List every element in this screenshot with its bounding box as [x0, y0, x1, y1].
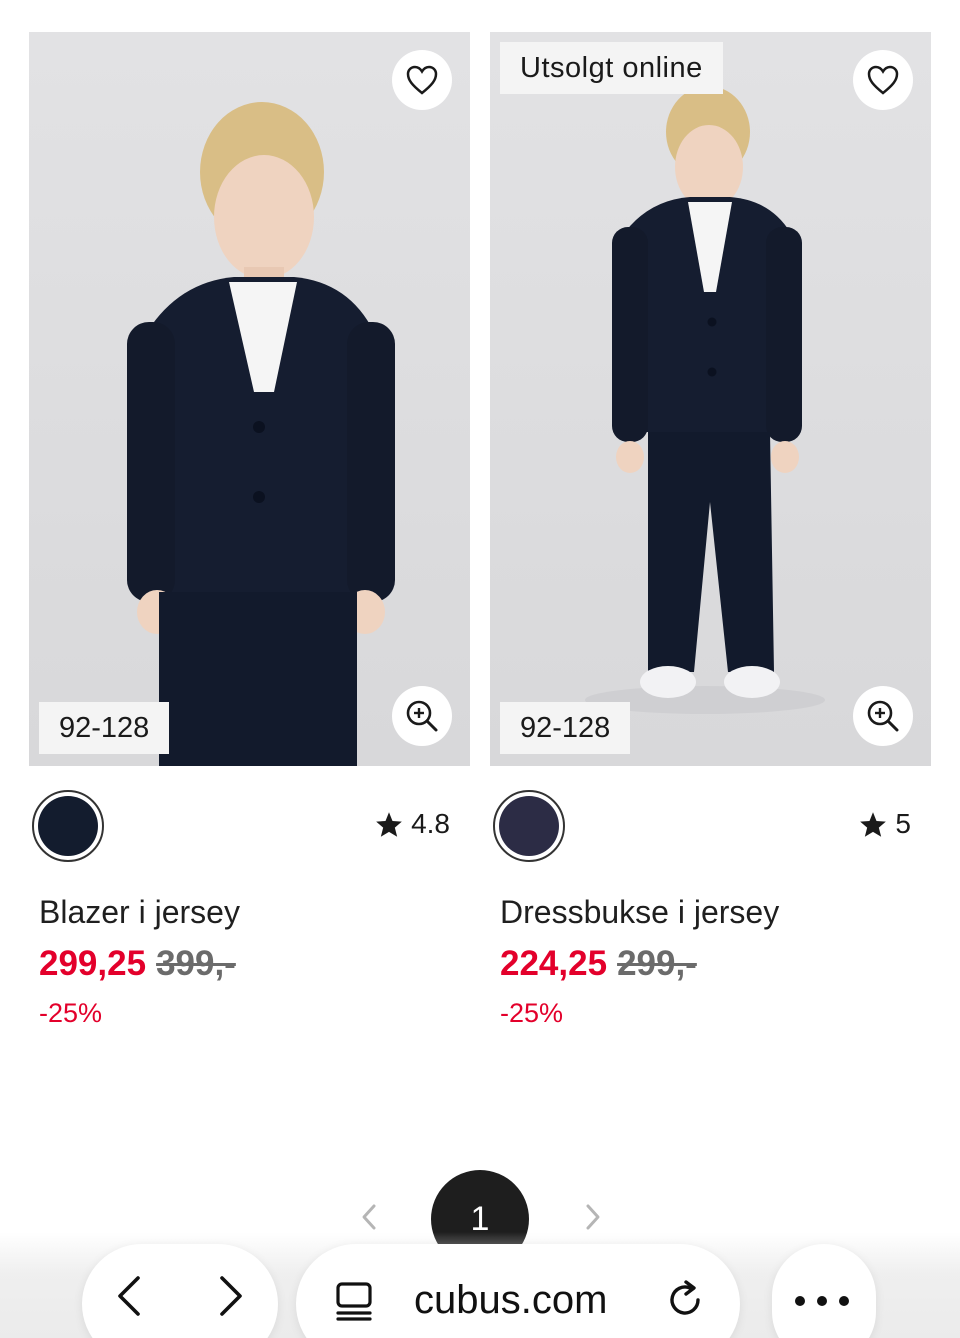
reload-icon[interactable] — [664, 1278, 708, 1322]
rating: 5 — [859, 808, 911, 840]
rating-value: 5 — [895, 808, 911, 839]
forward-icon[interactable] — [216, 1274, 246, 1318]
swatch-color-dot — [499, 796, 559, 856]
star-icon — [376, 811, 402, 837]
product-name[interactable]: Dressbukse i jersey — [490, 888, 931, 936]
heart-icon — [867, 65, 899, 95]
back-icon[interactable] — [114, 1274, 144, 1318]
url-text[interactable]: cubus.com — [414, 1278, 607, 1323]
price-row: 299,25 399,- — [29, 944, 470, 994]
product-meta-row: 4.8 — [29, 766, 470, 884]
tabs-icon[interactable] — [334, 1280, 376, 1322]
product-image[interactable]: Utsolgt online 92-128 — [490, 32, 931, 766]
zoom-button[interactable] — [853, 686, 913, 746]
product-name[interactable]: Blazer i jersey — [29, 888, 470, 936]
sale-price: 224,25 — [500, 944, 608, 983]
chevron-left-icon[interactable] — [356, 1200, 380, 1234]
favorite-button[interactable] — [853, 50, 913, 110]
heart-icon — [406, 65, 438, 95]
more-pill[interactable] — [772, 1244, 876, 1338]
sold-out-badge: Utsolgt online — [500, 42, 723, 94]
swatch-color-dot — [38, 796, 98, 856]
browser-toolbar: cubus.com — [0, 1232, 960, 1338]
product-meta-row: 5 — [490, 766, 931, 884]
more-icon[interactable] — [792, 1294, 852, 1308]
navigation-pill — [82, 1244, 278, 1338]
rating-value: 4.8 — [411, 808, 450, 839]
favorite-button[interactable] — [392, 50, 452, 110]
address-bar[interactable]: cubus.com — [296, 1244, 740, 1338]
product-card[interactable]: Utsolgt online 92-128 5 Dressbukse i jer… — [490, 32, 931, 1029]
size-range-tag: 92-128 — [500, 702, 631, 754]
color-swatch[interactable] — [493, 790, 565, 862]
sale-price: 299,25 — [39, 944, 147, 983]
color-swatch[interactable] — [32, 790, 104, 862]
product-card[interactable]: 92-128 4.8 Blazer i jersey 299,25 399,- … — [29, 32, 470, 1029]
star-icon — [860, 811, 887, 837]
zoom-in-icon — [867, 700, 899, 732]
rating: 4.8 — [375, 808, 450, 840]
size-range-tag: 92-128 — [39, 702, 170, 754]
original-price: 299,- — [617, 944, 697, 983]
price-row: 224,25 299,- — [490, 944, 931, 994]
original-price: 399,- — [156, 944, 236, 983]
product-image[interactable]: 92-128 — [29, 32, 470, 766]
chevron-right-icon[interactable] — [582, 1200, 606, 1234]
discount-label: -25% — [39, 998, 103, 1028]
discount-label: -25% — [500, 998, 564, 1028]
product-photo-illustration — [585, 86, 825, 714]
zoom-in-icon — [406, 700, 438, 732]
product-listing-page: 92-128 4.8 Blazer i jersey 299,25 399,- … — [0, 0, 960, 1338]
product-photo-illustration — [127, 102, 395, 766]
zoom-button[interactable] — [392, 686, 452, 746]
